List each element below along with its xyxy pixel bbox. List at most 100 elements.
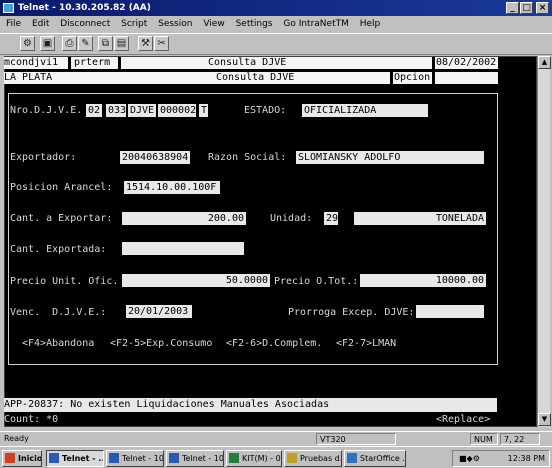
taskbar: Inicio Telnet - ... Telnet - 10... Telne…	[0, 446, 552, 468]
task-label: Telnet - 10...	[182, 454, 224, 463]
start-button[interactable]: Inicio	[2, 450, 42, 467]
nro-djve-suffix-field[interactable]: T	[199, 104, 208, 117]
separator	[432, 57, 435, 69]
telnet-icon	[49, 453, 59, 463]
settings-icon[interactable]: ⚒	[138, 36, 153, 51]
staroffice-icon	[347, 453, 357, 463]
app-icon	[229, 453, 239, 463]
cant-exportar-label: Cant. a Exportar:	[10, 213, 113, 224]
status-ready: Ready	[4, 434, 29, 443]
header-program: prterm	[74, 57, 111, 68]
fkey-abandona[interactable]: <F4>Abandona	[22, 338, 94, 350]
separator	[118, 57, 121, 69]
telnet-app-icon[interactable]	[3, 3, 14, 13]
paste-icon[interactable]: ▤	[114, 36, 129, 51]
windows-logo-icon	[5, 453, 15, 463]
menu-disconnect[interactable]: Disconnect	[60, 19, 110, 29]
unidad-code-field[interactable]: 29	[324, 212, 338, 225]
window-title-bar[interactable]: Telnet - 10.30.205.82 (AA)	[0, 0, 552, 16]
print-setup-icon[interactable]: ✎	[78, 36, 93, 51]
menu-help[interactable]: Help	[360, 19, 381, 29]
header-user: mcondjvi1	[4, 57, 59, 68]
precio-unit-field[interactable]: 50.0000	[122, 274, 270, 287]
clock: 12:38 PM	[507, 454, 545, 463]
task-label: Pruebas d...	[300, 454, 342, 463]
status-position: 7, 22	[500, 433, 540, 445]
precio-tot-label: Precio O.Tot.:	[274, 276, 359, 287]
cant-exportar-field[interactable]: 200.00	[122, 212, 246, 225]
header-title-2: Consulta DJVE	[216, 72, 295, 83]
nro-djve-number-field[interactable]: 000002	[158, 104, 196, 117]
prorroga-field[interactable]	[416, 305, 484, 318]
venc-djve-field[interactable]: 20/01/2003	[126, 305, 192, 318]
header-location: LA PLATA	[4, 72, 53, 83]
status-bar: Ready VT320 NUM 7, 22	[0, 431, 552, 445]
folder-icon	[287, 453, 297, 463]
vertical-scrollbar[interactable]: ▲ ▼	[537, 56, 551, 427]
print-icon[interactable]: ⎙	[62, 36, 77, 51]
menu-edit[interactable]: Edit	[32, 19, 49, 29]
nro-djve-type-field[interactable]: DJVE	[128, 104, 156, 117]
menu-script[interactable]: Script	[121, 19, 147, 29]
fkey-d-complem[interactable]: <F2-6>D.Complem.	[226, 338, 322, 350]
task-label: StarOffice ...	[360, 454, 406, 463]
scroll-up-icon[interactable]: ▲	[538, 56, 551, 69]
tray-icons[interactable]: ■◆⚙	[459, 451, 480, 466]
estado-field[interactable]: OFICIALIZADA	[302, 104, 428, 117]
header-title: Consulta DJVE	[208, 57, 287, 68]
nro-djve-label: Nro.D.J.V.E.	[10, 105, 83, 116]
task-telnet-1[interactable]: Telnet - ...	[46, 450, 104, 467]
maximize-button[interactable]: □	[520, 2, 533, 14]
window-title: Telnet - 10.30.205.82 (AA)	[18, 3, 151, 13]
precio-unit-label: Precio Unit. Ofic.	[10, 276, 119, 287]
tools-icon[interactable]: ✂	[154, 36, 169, 51]
exportador-label: Exportador:	[10, 152, 77, 163]
task-kit[interactable]: KIT(M) - 0...	[226, 450, 282, 467]
nro-djve-aduana-field[interactable]: 033	[106, 104, 126, 117]
task-label: Telnet - ...	[62, 454, 104, 463]
form-panel	[8, 93, 498, 365]
nro-djve-year-field[interactable]: 02	[86, 104, 102, 117]
cant-exportada-field[interactable]	[122, 242, 244, 255]
task-staroffice[interactable]: StarOffice ...	[344, 450, 406, 467]
telnet-icon	[169, 453, 179, 463]
scroll-down-icon[interactable]: ▼	[538, 413, 551, 426]
exportador-field[interactable]: 20040638904	[120, 151, 190, 164]
minimize-button[interactable]: _	[506, 2, 519, 14]
menu-session[interactable]: Session	[158, 19, 192, 29]
separator	[68, 57, 71, 69]
separator	[432, 72, 435, 84]
razon-social-label: Razon Social:	[208, 152, 287, 163]
connect-icon[interactable]: ⚙	[20, 36, 35, 51]
menu-view[interactable]: View	[203, 19, 224, 29]
count-text: Count: *0	[4, 414, 59, 425]
posicion-arancel-field[interactable]: 1514.10.00.100F	[124, 181, 220, 194]
prorroga-label: Prorroga Excep. DJVE:	[288, 307, 415, 318]
menu-go-intranet[interactable]: Go IntraNetTM	[283, 19, 349, 29]
separator	[390, 72, 393, 84]
menu-settings[interactable]: Settings	[236, 19, 273, 29]
cant-exportada-label: Cant. Exportada:	[10, 244, 107, 255]
telnet-icon	[109, 453, 119, 463]
header-option[interactable]: Opcion	[394, 72, 430, 84]
task-telnet-3[interactable]: Telnet - 10...	[166, 450, 224, 467]
task-telnet-2[interactable]: Telnet - 10...	[106, 450, 164, 467]
header-date: 08/02/2002	[436, 57, 497, 68]
unidad-label: Unidad:	[270, 213, 313, 224]
precio-tot-field[interactable]: 10000.00	[360, 274, 486, 287]
task-label: KIT(M) - 0...	[242, 454, 281, 463]
task-pruebas[interactable]: Pruebas d...	[284, 450, 342, 467]
fkey-exp-consumo[interactable]: <F2-5>Exp.Consumo	[110, 338, 212, 350]
start-label: Inicio	[18, 454, 42, 463]
message-text: APP-20837: No existen Liquidaciones Manu…	[4, 399, 330, 410]
menu-bar: File Edit Disconnect Script Session View…	[0, 16, 552, 32]
fkey-lman[interactable]: <F2-7>LMAN	[336, 338, 396, 350]
razon-social-field[interactable]: SLOMIANSKY ADOLFO	[296, 151, 484, 164]
unidad-field[interactable]: TONELADA	[354, 212, 486, 225]
message-line: APP-20837: No existen Liquidaciones Manu…	[4, 398, 497, 412]
menu-file[interactable]: File	[6, 19, 21, 29]
close-button[interactable]: ×	[536, 2, 549, 14]
status-num: NUM	[470, 433, 498, 445]
copy-icon[interactable]: ⧉	[98, 36, 113, 51]
save-icon[interactable]: ▣	[40, 36, 55, 51]
